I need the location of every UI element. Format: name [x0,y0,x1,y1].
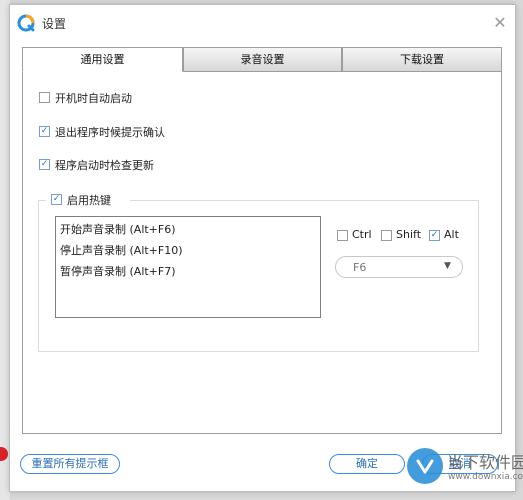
settings-dialog: 设置 ✕ 通用设置 录音设置 下载设置 开机时自动启动 ✓ 退出程序时候提示确认… [9,4,523,492]
watermark-logo-icon [407,448,443,484]
list-item[interactable]: 开始声音录制 (Alt+F6) [60,221,176,237]
window-title: 设置 [42,17,67,31]
close-button[interactable]: ✕ [489,12,511,34]
list-item[interactable]: 停止声音录制 (Alt+F10) [60,242,183,258]
tab-recording[interactable]: 录音设置 [183,47,342,72]
ok-button[interactable]: 确定 [329,454,405,474]
autostart-checkbox[interactable] [39,92,50,103]
ctrl-checkbox[interactable] [337,230,348,241]
exit-confirm-checkbox[interactable]: ✓ [39,126,50,137]
title-bar: 设置 ✕ [10,5,515,39]
hotkey-key-select[interactable]: F6 ▼ [335,256,463,278]
chevron-down-icon: ▼ [444,261,451,271]
watermark-title: 当下软件园 [447,453,523,472]
autostart-label: 开机时自动启动 [55,92,132,105]
enable-hotkey-label: 启用热键 [67,194,111,207]
close-icon: ✕ [493,13,507,32]
check-update-label: 程序启动时检查更新 [55,159,154,172]
tab-general[interactable]: 通用设置 [22,47,183,72]
hotkey-key-value: F6 [353,261,367,274]
shift-label: Shift [396,228,422,241]
shift-checkbox[interactable] [381,230,392,241]
app-logo-icon [17,14,35,32]
exit-confirm-label: 退出程序时候提示确认 [55,126,165,139]
alt-label: Alt [444,228,459,241]
watermark-url: www.downxia.com [448,472,523,482]
check-update-checkbox[interactable]: ✓ [39,159,50,170]
list-item[interactable]: 暂停声音录制 (Alt+F7) [60,263,176,279]
tab-download[interactable]: 下载设置 [342,47,502,72]
ctrl-label: Ctrl [352,228,372,241]
alt-checkbox[interactable]: ✓ [429,230,440,241]
hotkey-list[interactable]: 开始声音录制 (Alt+F6) 停止声音录制 (Alt+F10) 暂停声音录制 … [55,216,321,318]
enable-hotkey-checkbox[interactable]: ✓ [51,194,62,205]
reset-prompts-button[interactable]: 重置所有提示框 [20,454,120,474]
